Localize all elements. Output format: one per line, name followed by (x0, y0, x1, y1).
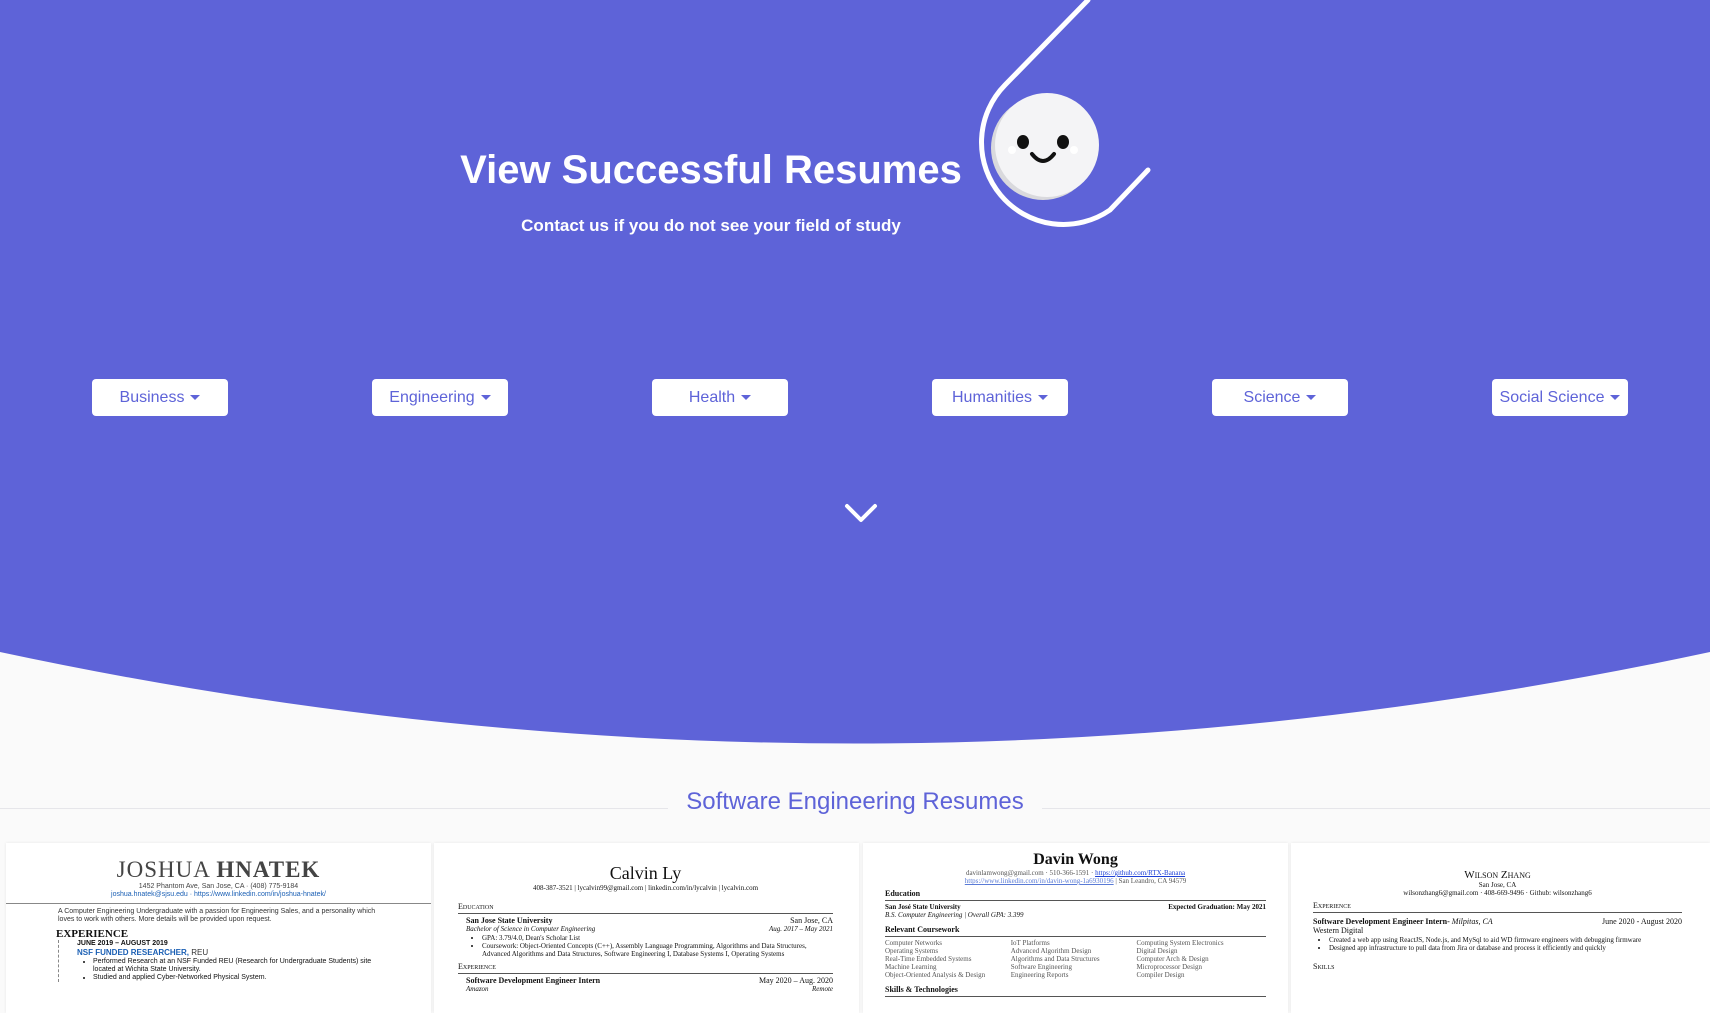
resume-role: NSF FUNDED RESEARCHER, (77, 948, 190, 957)
resume-course: Microprocessor Design (1136, 963, 1202, 971)
category-label: Engineering (389, 388, 475, 406)
resume-card-calvin-ly[interactable]: Calvin Ly 408-387-3521 | lycalvin99@gmai… (434, 843, 859, 1013)
category-dropdown-engineering[interactable]: Engineering (372, 379, 508, 416)
resume-school: San Jose State University (466, 916, 553, 925)
page-title: View Successful Resumes (460, 148, 962, 192)
resume-section-header: Education (885, 889, 921, 898)
resume-course: Object-Oriented Analysis & Design (885, 971, 986, 979)
section-title: Software Engineering Resumes (0, 788, 1710, 816)
resume-section-header: Experience (1313, 901, 1351, 910)
resume-name: Calvin Ly (609, 863, 682, 883)
resume-school: San José State University (885, 903, 961, 911)
resume-card-davin-wong[interactable]: Davin Wong davinlamwong@gmail.com · 510-… (863, 843, 1288, 1013)
category-label: Health (688, 388, 736, 406)
resume-job-dates: June 2020 - August 2020 (1602, 917, 1682, 926)
chevron-down-icon[interactable] (843, 500, 879, 526)
resume-location: San Jose, CA (1478, 881, 1517, 889)
hero-wave-divider (0, 652, 1710, 760)
caret-down-icon (190, 395, 201, 400)
resume-city: | San Leandro, CA 94579 (1115, 877, 1187, 885)
resume-name: Wilson Zhang (1464, 869, 1531, 881)
resume-bullet: Created a web app using ReactJS, Node.js… (1329, 936, 1682, 944)
resume-course: Computer Arch & Design (1136, 955, 1209, 963)
category-dropdown-humanities[interactable]: Humanities (932, 379, 1068, 416)
resume-name-first: JOSHUA (116, 857, 210, 882)
resume-location: San Jose, CA (790, 916, 833, 925)
resume-bullet: GPA: 3.79/4.0, Dean's Scholar List (482, 934, 833, 942)
resume-links: joshua.hnatek@sjsu.edu · https://www.lin… (111, 891, 326, 898)
smiley-face-icon (979, 0, 1151, 227)
resume-name-last: HNATEK (216, 857, 321, 882)
category-dropdown-business[interactable]: Business (92, 379, 228, 416)
category-dropdown-health[interactable]: Health (652, 379, 788, 416)
resume-course: Operating Systems (885, 947, 939, 955)
resume-linkedin-link[interactable]: https://www.linkedin.com/in/davin-wong-1… (965, 877, 1114, 885)
resume-company: Western Digital (1313, 926, 1364, 935)
resume-email: davinlamwong@gmail.com · 510-366-1591 · (965, 869, 1094, 877)
resume-card-joshua-hnatek[interactable]: JOSHUA HNATEK 1452 Phantom Ave, San Jose… (6, 843, 431, 1013)
category-dropdown-social-science[interactable]: Social Science (1492, 379, 1628, 416)
resume-org: REU (191, 948, 209, 957)
resume-course: Engineering Reports (1010, 971, 1069, 979)
resume-job-title: Software Development Engineer Intern (466, 976, 601, 985)
caret-down-icon (1610, 395, 1621, 400)
resume-section-header: EXPERIENCE (56, 928, 129, 940)
resume-dates: JUNE 2019 – AUGUST 2019 (77, 940, 168, 947)
resume-course: Digital Design (1136, 947, 1178, 955)
category-label: Humanities (951, 388, 1033, 406)
resume-section-header: Relevant Coursework (885, 925, 960, 934)
resume-bullet: Designed app infrastructure to pull data… (1329, 944, 1682, 952)
resume-summary: A Computer Engineering Undergraduate wit… (58, 908, 376, 923)
resume-degree-dates: Aug. 2017 – May 2021 (769, 925, 833, 933)
resume-bullet: Performed Research at an NSF Funded REU … (93, 958, 391, 974)
resume-job-dates: May 2020 – Aug. 2020 (759, 976, 833, 985)
resume-degree: Bachelor of Science in Computer Engineer… (466, 925, 596, 933)
resume-course: Computer Networks (885, 939, 942, 947)
page-subtitle: Contact us if you do not see your field … (521, 216, 901, 235)
category-dropdown-science[interactable]: Science (1212, 379, 1348, 416)
resume-course: Computing System Electronics (1136, 939, 1224, 947)
caret-down-icon (1038, 395, 1049, 400)
category-label: Social Science (1499, 388, 1605, 406)
resume-job-title: Software Development Engineer Intern- (1313, 917, 1450, 926)
resume-address: 1452 Phantom Ave, San Jose, CA · (408) 7… (138, 883, 299, 890)
resume-contact: wilsonzhang6@gmail.com · 408-669-9496 · … (1403, 889, 1592, 897)
resume-company: Amazon (466, 985, 489, 993)
resume-card-wilson-zhang[interactable]: Wilson Zhang San Jose, CA wilsonzhang6@g… (1291, 843, 1710, 1013)
resume-course: Compiler Design (1136, 971, 1185, 979)
caret-down-icon (480, 395, 491, 400)
resume-contact: 408-387-3521 | lycalvin99@gmail.com | li… (532, 884, 759, 892)
resume-degree: B.S. Computer Engineering | Overall GPA:… (885, 911, 1024, 919)
resume-section-header: Education (458, 902, 494, 911)
hero-banner: View Successful Resumes Contact us if yo… (0, 0, 1710, 760)
resume-course: Advanced Algorithm Design (1010, 947, 1092, 955)
resume-bullet: Coursework: Object-Oriented Concepts (C+… (482, 942, 833, 958)
resume-course: Algorithms and Data Structures (1010, 955, 1100, 963)
resume-section-header: Skills (1313, 962, 1335, 971)
resume-section-header: Experience (458, 962, 496, 971)
category-label: Business (119, 388, 185, 406)
resume-course: Real-Time Embedded Systems (885, 955, 972, 963)
resume-section-header: Skills & Technologies (885, 985, 958, 994)
category-label: Science (1243, 388, 1301, 406)
resume-name: Davin Wong (1033, 851, 1118, 868)
resume-course: IoT Platforms (1010, 939, 1050, 947)
resume-course: Software Engineering (1010, 963, 1072, 971)
resume-job-location: Remote (812, 985, 833, 993)
resume-course: Machine Learning (885, 963, 937, 971)
resume-grad: Expected Graduation: May 2021 (1168, 903, 1266, 911)
caret-down-icon (741, 395, 752, 400)
caret-down-icon (1306, 395, 1317, 400)
resume-bullet: Studied and applied Cyber-Networked Phys… (93, 974, 391, 982)
resume-github-link[interactable]: https://github.com/RTX-Banana (1095, 869, 1185, 877)
resume-job-location: Milpitas, CA (1451, 917, 1493, 926)
